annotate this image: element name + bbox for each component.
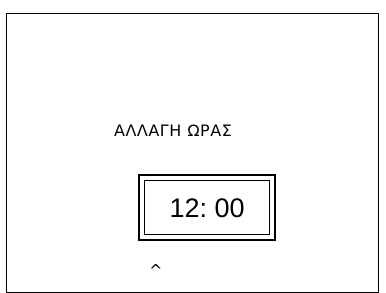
time-display-inner: 12: 00 [144,180,270,235]
caret-cursor-icon: ^ [149,261,163,280]
screen-frame: ΑΛΛΑΓΗ ΩΡΑΣ 12: 00 ^ [6,13,379,293]
time-display-box[interactable]: 12: 00 [138,174,276,241]
time-value: 12: 00 [169,192,245,223]
screen-title: ΑΛΛΑΓΗ ΩΡΑΣ [114,121,233,140]
